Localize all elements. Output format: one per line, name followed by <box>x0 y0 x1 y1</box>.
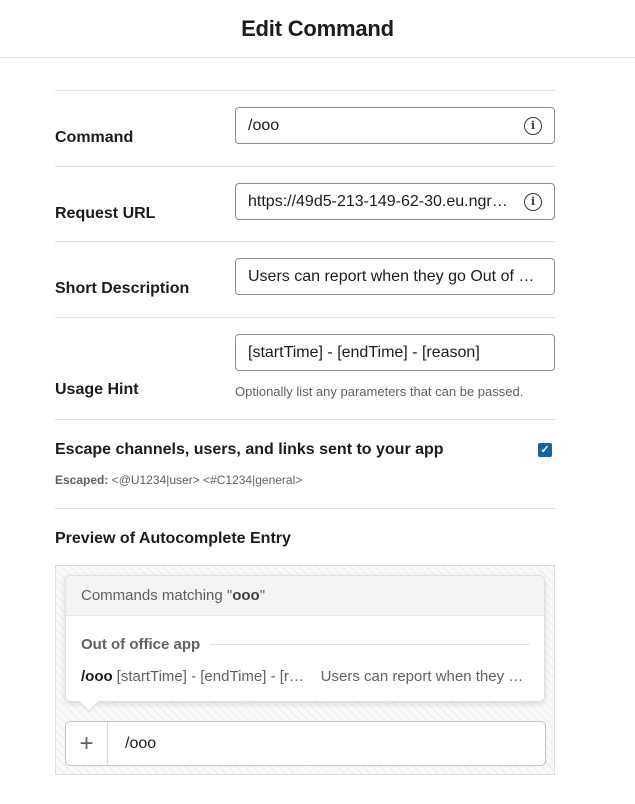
divider <box>55 508 555 509</box>
divider <box>210 644 530 645</box>
request-url-label: Request URL <box>55 205 156 222</box>
divider <box>55 166 555 167</box>
autocomplete-hint: [startTime] - [endTime] - [reason] <box>116 668 307 685</box>
usage-hint-input[interactable]: [startTime] - [endTime] - [reason] <box>235 334 555 371</box>
usage-hint-value: [startTime] - [endTime] - [reason] <box>248 343 480 361</box>
command-value: /ooo <box>248 116 280 134</box>
escaped-value: <@U1234|user> <#C1234|general> <box>111 473 303 487</box>
app-group-header: Out of office app <box>81 636 530 653</box>
short-description-label: Short Description <box>55 280 190 297</box>
divider <box>55 241 555 242</box>
info-icon[interactable]: i <box>524 192 542 211</box>
command-label: Command <box>55 129 134 146</box>
short-description-value: Users can report when they go Out of off… <box>248 267 542 285</box>
modal-header: Edit Command <box>0 0 635 58</box>
escaped-label: Escaped: <box>55 473 109 487</box>
preview-title: Preview of Autocomplete Entry <box>55 530 291 547</box>
divider <box>55 90 555 91</box>
short-description-input[interactable]: Users can report when they go Out of off… <box>235 258 555 295</box>
matching-suffix: " <box>259 587 266 604</box>
autocomplete-menu: Commands matching " ooo " Out of office ap… <box>65 575 545 712</box>
autocomplete-command: /ooo <box>81 668 113 685</box>
matching-term: ooo <box>232 587 260 604</box>
autocomplete-item[interactable]: /ooo [startTime] - [endTime] - [reason] … <box>81 668 531 685</box>
usage-hint-help: Optionally list any parameters that can … <box>235 384 524 399</box>
autocomplete-description: Users can report when they go Out of off… <box>320 668 529 685</box>
escape-checkbox[interactable]: ✓ <box>538 443 552 457</box>
request-url-input[interactable]: https://49d5-213-149-62-30.eu.ngrok.io/s… <box>235 183 555 220</box>
request-url-value: https://49d5-213-149-62-30.eu.ngrok.io/s… <box>248 192 516 210</box>
message-composer[interactable]: + /ooo <box>65 721 546 766</box>
plus-icon[interactable]: + <box>66 722 108 765</box>
usage-hint-label: Usage Hint <box>55 381 139 398</box>
divider <box>55 419 555 420</box>
composer-text: /ooo <box>125 734 157 752</box>
app-name: Out of office app <box>81 636 201 653</box>
page-title: Edit Command <box>241 15 394 41</box>
command-input[interactable]: /ooo i <box>235 107 555 144</box>
autocomplete-header: Commands matching " ooo " <box>66 576 544 616</box>
escaped-example: Escaped: <@U1234|user> <#C1234|general> <box>55 473 302 487</box>
divider <box>55 317 555 318</box>
escape-label: Escape channels, users, and links sent t… <box>55 441 444 458</box>
info-icon[interactable]: i <box>524 116 542 135</box>
matching-prefix: Commands matching " <box>81 587 233 604</box>
checkmark-icon: ✓ <box>540 443 550 456</box>
